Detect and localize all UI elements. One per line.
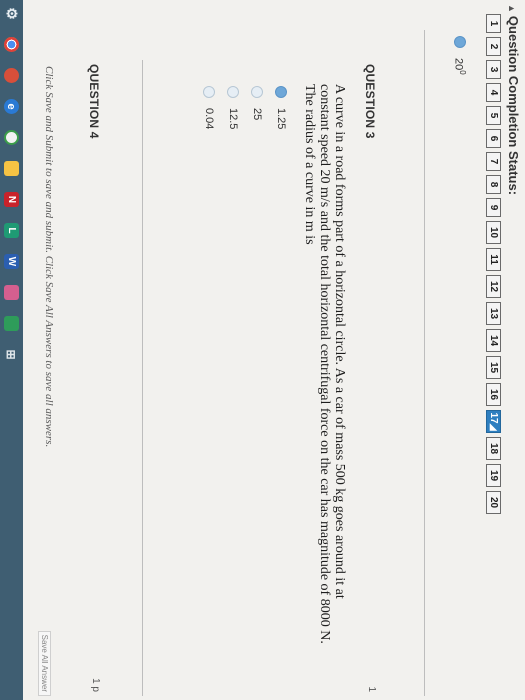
question-nav-13[interactable]: 13: [486, 302, 501, 325]
question-nav-10[interactable]: 10: [486, 221, 501, 244]
question-divider: [142, 60, 143, 696]
question-nav-7[interactable]: 7: [486, 152, 501, 171]
question-nav-6[interactable]: 6: [486, 129, 501, 148]
question-navigator: 1 2 3 4 5 6 7 8 9 10 11 12 13 14 15 16 1…: [486, 14, 501, 514]
submit-instructions: Click Save and Submit to save and submit…: [43, 66, 55, 448]
settings-icon[interactable]: ⚙: [4, 6, 20, 21]
question-divider: [424, 30, 425, 696]
option-radio[interactable]: [203, 86, 215, 98]
option-row[interactable]: 25: [245, 86, 269, 129]
question-nav-15[interactable]: 15: [486, 356, 501, 379]
question-3-text: A curve in a road forms part of a horizo…: [302, 84, 347, 644]
option-radio[interactable]: [227, 86, 239, 98]
grid-icon[interactable]: ⊞: [4, 347, 19, 362]
previous-question-answer: 200: [452, 36, 467, 75]
photos-icon[interactable]: [4, 68, 19, 83]
answer-superscript: 0: [458, 70, 467, 75]
option-label: 0.04: [203, 108, 215, 130]
onenote-icon[interactable]: N: [4, 192, 19, 207]
lync-icon[interactable]: L: [4, 223, 19, 238]
files-icon[interactable]: [4, 161, 19, 176]
save-all-answers-button[interactable]: Save All Answer: [38, 630, 51, 696]
option-radio[interactable]: [275, 86, 287, 98]
edge-icon[interactable]: e: [4, 99, 19, 114]
exam-window: ▲ Question Completion Status: 1 2 3 4 5 6…: [0, 0, 525, 700]
question-nav-17-label: 17: [488, 412, 499, 424]
word-icon[interactable]: W: [4, 254, 19, 269]
question-nav-8[interactable]: 8: [486, 175, 501, 194]
status-header: ▲ Question Completion Status:: [506, 4, 521, 195]
question-nav-9[interactable]: 9: [486, 198, 501, 217]
question-nav-16[interactable]: 16: [486, 383, 501, 406]
question-nav-14[interactable]: 14: [486, 329, 501, 352]
question-nav-11[interactable]: 11: [486, 248, 501, 271]
collapse-caret-icon[interactable]: ▲: [507, 4, 517, 13]
answer-value: 20: [452, 58, 465, 71]
option-row[interactable]: 0.04: [197, 86, 221, 129]
current-marker-icon: ◢: [489, 423, 499, 431]
question-nav-20[interactable]: 20: [486, 491, 501, 514]
option-label: 25: [251, 108, 263, 121]
question-3-options: 1.25 25 12.5 0.04: [197, 86, 293, 129]
question-3-points: 1: [366, 686, 377, 692]
answer-radio-selected[interactable]: [453, 36, 466, 48]
option-label: 12.5: [227, 108, 239, 130]
sheets-icon[interactable]: [4, 316, 19, 331]
question-nav-17[interactable]: 17 ◢: [486, 410, 501, 433]
question-nav-3[interactable]: 3: [486, 60, 501, 79]
question-nav-1[interactable]: 1: [486, 14, 501, 33]
question-nav-2[interactable]: 2: [486, 37, 501, 56]
question-4-points: 1 p: [90, 678, 101, 692]
question-nav-5[interactable]: 5: [486, 106, 501, 125]
question-nav-19[interactable]: 19: [486, 464, 501, 487]
question-nav-18[interactable]: 18: [486, 437, 501, 460]
gallery-icon[interactable]: [4, 285, 19, 300]
webstore-icon[interactable]: [4, 130, 19, 145]
taskbar: ⚙ e N L W ⊞: [0, 0, 23, 700]
option-label: 1.25: [275, 108, 287, 130]
question-nav-4[interactable]: 4: [486, 83, 501, 102]
option-radio[interactable]: [251, 86, 263, 98]
question-4-label: QUESTION 4: [87, 64, 101, 139]
chrome-icon[interactable]: [4, 37, 19, 52]
question-3-label: QUESTION 3: [363, 64, 377, 139]
option-row[interactable]: 1.25: [269, 86, 293, 129]
question-nav-12[interactable]: 12: [486, 275, 501, 298]
answer-option-label: 200: [452, 58, 467, 75]
option-row[interactable]: 12.5: [221, 86, 245, 129]
status-title: Question Completion Status:: [506, 15, 521, 196]
